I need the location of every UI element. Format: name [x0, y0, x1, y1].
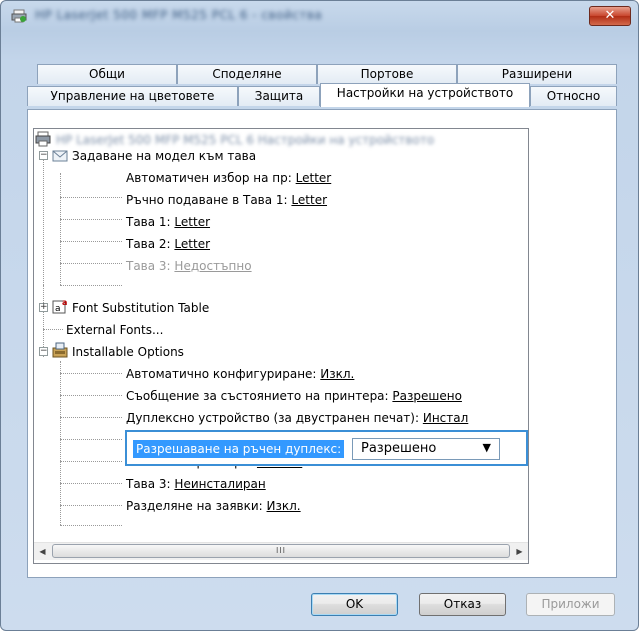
tree-tray3-unavailable: Тава 3: Недостъпно: [126, 259, 252, 273]
tree-auto-select[interactable]: Автоматичен избор на пр: Letter: [126, 171, 331, 185]
tree-root-label: HP LaserJet 500 MFP M525 PCL 6 Настройки…: [56, 133, 435, 147]
close-icon: ✕: [604, 8, 616, 23]
title-bar: HP LaserJet 500 MFP M525 PCL 6 - свойств…: [1, 1, 638, 31]
scroll-right-icon[interactable]: ▶: [511, 543, 528, 560]
apply-button[interactable]: Приложи: [526, 593, 615, 616]
tree-font-table[interactable]: Font Substitution Table: [72, 301, 209, 315]
tree-external-fonts[interactable]: External Fonts...: [66, 323, 163, 337]
tab-label: Управление на цветовете: [50, 89, 215, 103]
tab-label: Разширени: [501, 67, 573, 81]
collapse-icon[interactable]: −: [39, 151, 48, 160]
setting-label: Съобщение за състоянието на принтера:: [126, 389, 393, 403]
svg-text:a: a: [55, 304, 61, 314]
printer-icon: [11, 9, 27, 23]
tab-sharing[interactable]: Споделяне: [177, 64, 317, 84]
scroll-left-icon[interactable]: ◀: [34, 543, 51, 560]
close-button[interactable]: ✕: [589, 6, 631, 26]
tab-ports[interactable]: Портове: [317, 64, 457, 84]
tree-tray-group[interactable]: Задаване на модел към тава: [72, 149, 256, 163]
tree-auto-config[interactable]: Автоматично конфигуриране: Изкл.: [126, 367, 354, 381]
font-table-icon: a a: [52, 298, 67, 314]
tab-label: Общи: [89, 67, 125, 81]
tree-installable-options[interactable]: Installable Options: [72, 345, 184, 359]
setting-label: Автоматично конфигуриране:: [126, 367, 321, 381]
tab-label: Защита: [254, 89, 304, 103]
setting-value-link[interactable]: Инстал: [423, 411, 468, 425]
tab-general[interactable]: Общи: [37, 64, 177, 84]
setting-value-link[interactable]: Неинсталиран: [174, 477, 265, 491]
tab-color-management[interactable]: Управление на цветовете: [27, 86, 238, 106]
tree-duplex-unit[interactable]: Дуплексно устройство (за двустранен печа…: [126, 411, 468, 425]
collapse-icon[interactable]: −: [39, 347, 48, 356]
expand-icon[interactable]: +: [39, 303, 48, 312]
setting-label: Тава 2:: [126, 237, 175, 251]
setting-label: Разделяне на заявки:: [126, 499, 267, 513]
cancel-button[interactable]: Отказ: [419, 593, 506, 616]
setting-label: Ръчно подаване в Тава 1:: [126, 193, 292, 207]
setting-value-link[interactable]: Letter: [174, 215, 210, 229]
tab-device-settings[interactable]: Настройки на устройството: [320, 83, 530, 107]
tree-tray1[interactable]: Тава 1: Letter: [126, 215, 210, 229]
manual-duplex-select[interactable]: Разрешено ▼: [352, 438, 500, 460]
tree-tray3[interactable]: Тава 3: Неинсталиран: [126, 477, 266, 491]
tree-horizontal-scrollbar[interactable]: ◀ III ▶: [34, 542, 528, 560]
window-title: HP LaserJet 500 MFP M525 PCL 6 - свойств…: [35, 8, 323, 22]
tab-advanced[interactable]: Разширени: [457, 64, 617, 84]
setting-value-link[interactable]: Letter: [291, 193, 327, 207]
setting-value-link[interactable]: Изкл.: [267, 499, 301, 513]
paper-tray-icon: [52, 150, 68, 162]
printer-icon: [35, 131, 51, 147]
tree-job-splitting[interactable]: Разделяне на заявки: Изкл.: [126, 499, 301, 513]
manual-duplex-label: Разрешаване на ръчен дуплекс:: [133, 440, 345, 458]
setting-label: Тава 1:: [126, 215, 175, 229]
setting-value-link[interactable]: Изкл.: [320, 367, 354, 381]
tree-status-message[interactable]: Съобщение за състоянието на принтера: Ра…: [126, 389, 462, 403]
settings-tree[interactable]: HP LaserJet 500 MFP M525 PCL 6 Настройки…: [33, 128, 529, 564]
setting-label: Тава 3:: [126, 259, 175, 273]
svg-text:a: a: [62, 298, 67, 307]
tab-security[interactable]: Защита: [238, 86, 320, 106]
setting-label: Тава 3:: [126, 477, 175, 491]
tab-label: Споделяне: [212, 67, 282, 81]
setting-value-link[interactable]: Letter: [296, 171, 332, 185]
setting-value-link[interactable]: Letter: [174, 237, 210, 251]
printer-properties-window: HP LaserJet 500 MFP M525 PCL 6 - свойств…: [0, 0, 639, 631]
tree-tray2[interactable]: Тава 2: Letter: [126, 237, 210, 251]
installable-options-icon: [52, 342, 68, 358]
tab-about[interactable]: Относно: [530, 86, 617, 106]
setting-value-link[interactable]: Разрешено: [392, 389, 462, 403]
tab-label: Портове: [360, 67, 414, 81]
grip-icon: III: [275, 546, 287, 555]
manual-duplex-editor[interactable]: Разрешаване на ръчен дуплекс: Разрешено …: [125, 430, 528, 466]
setting-value-link: Недостъпно: [174, 259, 252, 273]
manual-duplex-selected: Разрешено: [361, 441, 437, 456]
tab-label: Относно: [546, 89, 601, 103]
setting-label: Дуплексно устройство (за двустранен печа…: [126, 411, 423, 425]
chevron-down-icon[interactable]: ▼: [483, 441, 491, 454]
tree-manual-feed[interactable]: Ръчно подаване в Тава 1: Letter: [126, 193, 327, 207]
scrollbar-thumb[interactable]: III: [52, 544, 510, 558]
ok-button[interactable]: OK: [311, 593, 398, 616]
tab-label: Настройки на устройството: [336, 86, 514, 100]
setting-label: Автоматичен избор на пр:: [126, 171, 296, 185]
